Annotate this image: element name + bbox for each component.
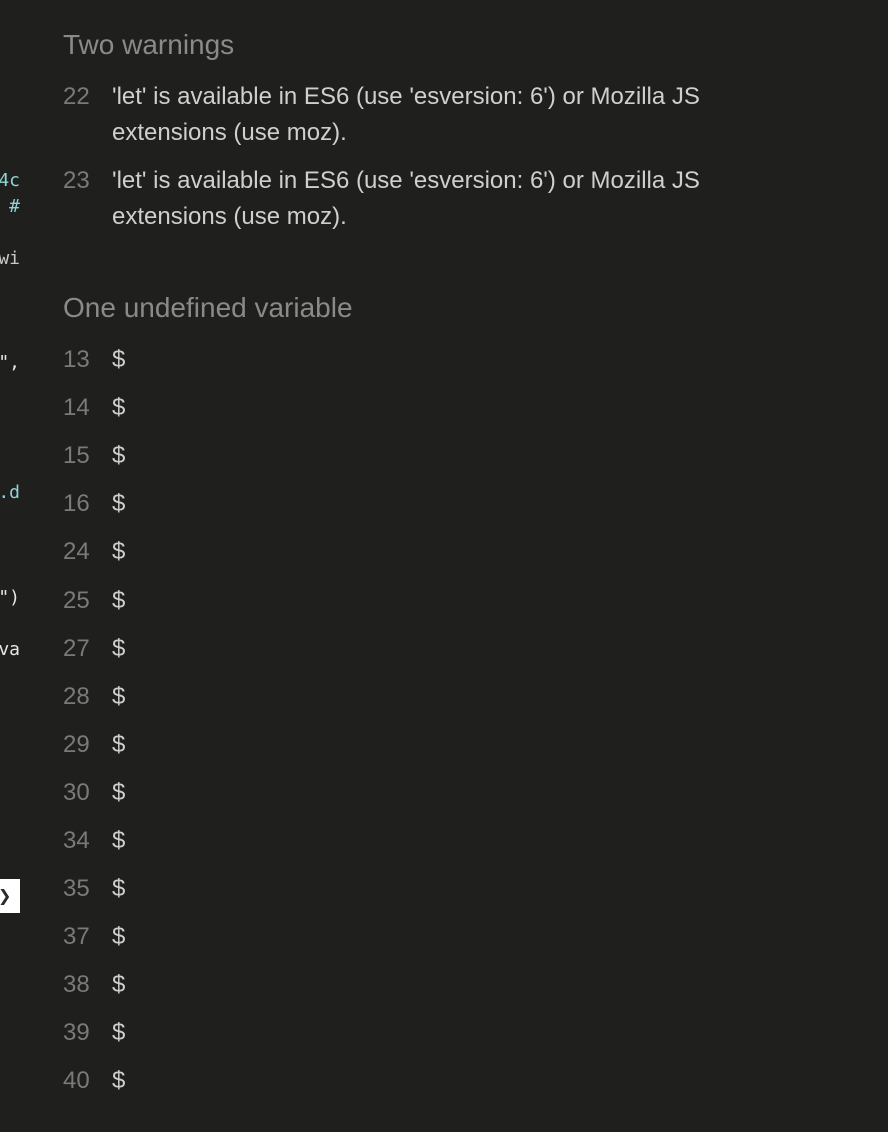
line-number: 39 <box>63 1019 90 1046</box>
undefined-variable-item: 16 $ <box>63 489 125 519</box>
undefined-variables-title: One undefined variable <box>63 292 353 323</box>
expand-panel-button[interactable]: ❯ <box>0 879 20 913</box>
variable-name: $ <box>112 1019 126 1046</box>
undefined-variable-item: 39 $ <box>63 1018 125 1048</box>
warning-message: 'let' is available in ES6 (use 'esversio… <box>112 83 700 146</box>
variable-name: $ <box>112 731 126 758</box>
line-number: 14 <box>63 394 90 421</box>
line-number: 38 <box>63 971 90 998</box>
variable-name: $ <box>112 779 126 806</box>
chevron-right-icon: ❯ <box>0 887 11 905</box>
undefined-variable-item: 34 $ <box>63 826 125 856</box>
warning-item: 23 'let' is available in ES6 (use 'esver… <box>63 163 783 235</box>
code-fragment: va <box>0 639 20 660</box>
variable-name: $ <box>112 923 126 950</box>
variable-name: $ <box>112 635 126 662</box>
undefined-variable-item: 38 $ <box>63 970 125 1000</box>
variable-name: $ <box>112 538 126 565</box>
code-fragment: .d <box>0 482 20 503</box>
undefined-variable-item: 30 $ <box>63 778 125 808</box>
line-number: 16 <box>63 490 90 517</box>
line-number: 23 <box>63 167 90 194</box>
line-number: 22 <box>63 83 90 110</box>
line-number: 37 <box>63 923 90 950</box>
variable-name: $ <box>112 971 126 998</box>
undefined-variable-item: 40 $ <box>63 1066 125 1096</box>
line-number: 35 <box>63 875 90 902</box>
undefined-variable-item: 27 $ <box>63 634 125 664</box>
warnings-title: Two warnings <box>63 29 235 60</box>
line-number: 15 <box>63 442 90 469</box>
line-number: 29 <box>63 731 90 758</box>
code-fragment: ", <box>0 352 20 373</box>
undefined-variable-item: 25 $ <box>63 586 125 616</box>
warning-item: 22 'let' is available in ES6 (use 'esver… <box>63 79 783 151</box>
line-number: 40 <box>63 1067 90 1094</box>
undefined-variable-item: 13 $ <box>63 345 125 375</box>
line-number: 25 <box>63 587 90 614</box>
variable-name: $ <box>112 875 126 902</box>
variable-name: $ <box>112 587 126 614</box>
undefined-variable-item: 29 $ <box>63 730 125 760</box>
variable-name: $ <box>112 394 126 421</box>
line-number: 34 <box>63 827 90 854</box>
variable-name: $ <box>112 1067 126 1094</box>
code-fragment: 4c <box>0 170 20 191</box>
undefined-variable-item: 24 $ <box>63 537 125 567</box>
variable-name: $ <box>112 683 126 710</box>
warning-message: 'let' is available in ES6 (use 'esversio… <box>112 167 700 230</box>
code-fragment: # <box>9 196 20 217</box>
code-fragment: ") <box>0 587 20 608</box>
line-number: 30 <box>63 779 90 806</box>
line-number: 24 <box>63 538 90 565</box>
undefined-variable-item: 35 $ <box>63 874 125 904</box>
undefined-variable-item: 37 $ <box>63 922 125 952</box>
code-fragment: wi <box>0 248 20 269</box>
line-number: 27 <box>63 635 90 662</box>
variable-name: $ <box>112 442 126 469</box>
undefined-variable-item: 28 $ <box>63 682 125 712</box>
line-number: 13 <box>63 346 90 373</box>
line-number: 28 <box>63 683 90 710</box>
code-editor-strip: 4c # wi ", .d ") va ❯ <box>0 0 22 1132</box>
undefined-variable-item: 15 $ <box>63 441 125 471</box>
variable-name: $ <box>112 346 126 373</box>
variable-name: $ <box>112 827 126 854</box>
variable-name: $ <box>112 490 126 517</box>
undefined-variable-item: 14 $ <box>63 393 125 423</box>
